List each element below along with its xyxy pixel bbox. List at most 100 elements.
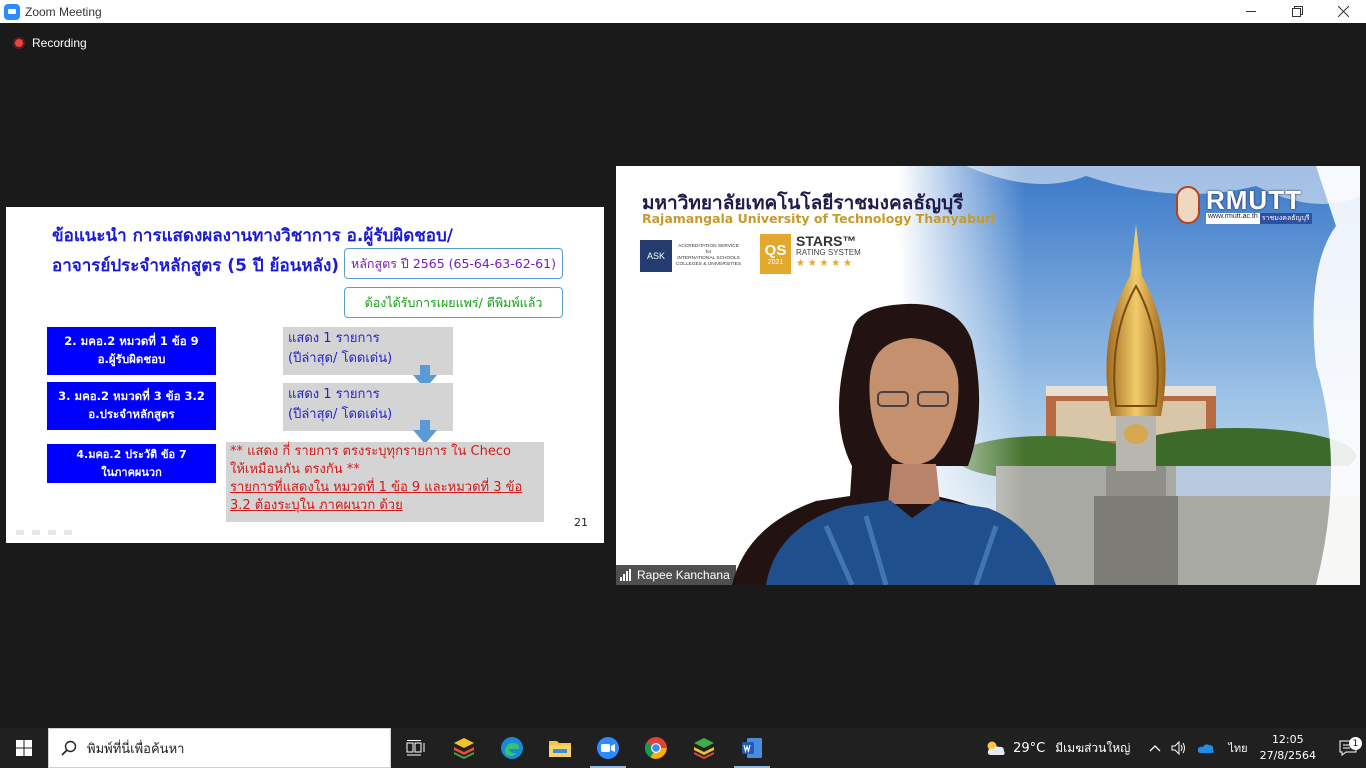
bluestacks-icon <box>454 738 474 759</box>
signal-bars-icon <box>620 569 631 581</box>
input-language[interactable]: ไทย <box>1228 739 1247 757</box>
close-button[interactable] <box>1320 0 1366 23</box>
show-hidden-icons-button[interactable] <box>1149 744 1161 752</box>
criteria-box-2-line1: 3. มคอ.2 หมวดที่ 3 ข้อ 3.2 <box>58 389 205 404</box>
rmutt-logo: RMUTT <box>1206 184 1302 215</box>
pen-icon[interactable] <box>32 530 40 535</box>
slide-page-number: 21 <box>574 516 588 529</box>
weather-text: มีเมฆส่วนใหญ่ <box>1055 740 1131 755</box>
weather-widget[interactable]: 29°C มีเมฆส่วนใหญ่ <box>985 739 1130 758</box>
recording-label: Recording <box>32 36 87 50</box>
task-view-icon <box>406 740 425 756</box>
ask-text-1: ACCREDITATION SERVICE <box>678 243 739 249</box>
chrome-icon <box>645 737 667 759</box>
windows-logo-icon <box>16 740 32 756</box>
rmutt-website: www.rmutt.ac.th <box>1206 212 1260 224</box>
taskbar-search-box[interactable]: พิมพ์ที่นี่เพื่อค้นหา <box>48 728 391 768</box>
taskbar-chrome[interactable] <box>632 728 680 768</box>
qs-stars-badge: QS 2021 STARS™ RATING SYSTEM ★ ★ ★ ★ ★ <box>760 234 861 274</box>
taskbar-edge[interactable] <box>488 728 536 768</box>
restore-icon <box>1291 6 1303 17</box>
note-line2: ให้เหมือนกัน ตรงกัน ** <box>230 461 360 477</box>
prev-slide-icon[interactable] <box>16 530 24 535</box>
taskbar-clock[interactable]: 12:05 27/8/2564 <box>1260 732 1316 764</box>
folder-icon <box>549 741 571 757</box>
task-view-button[interactable] <box>392 728 440 768</box>
recording-dot-icon <box>13 37 25 49</box>
ask-accreditation-badge: ASK ACCREDITATION SERVICE for INTERNATIO… <box>640 240 741 272</box>
ask-logo: ASK <box>640 240 672 272</box>
taskbar-word[interactable] <box>728 728 776 768</box>
criteria-box-3-line2: ในภาคผนวก <box>101 465 162 479</box>
course-year-box: หลักสูตร ปี 2565 (65-64-63-62-61) <box>344 248 563 279</box>
meeting-area: Recording ข้อแนะนำ การแสดงผลงานทางวิชากา… <box>0 23 1366 728</box>
clock-date: 27/8/2564 <box>1259 749 1316 762</box>
close-icon <box>1337 6 1349 17</box>
window-title: Zoom Meeting <box>25 4 102 19</box>
chevron-up-icon <box>1149 745 1161 752</box>
minimize-button[interactable] <box>1228 0 1274 23</box>
volume-button[interactable] <box>1171 741 1187 755</box>
weather-temperature: 29°C <box>1013 740 1046 756</box>
rmutt-logo-block: RMUTT www.rmutt.ac.th ราชมงคลธัญบุรี <box>1176 186 1312 224</box>
criteria-box-3-line1: 4.มคอ.2 ประวัติ ข้อ 7 <box>76 448 187 462</box>
criteria-box-3: 4.มคอ.2 ประวัติ ข้อ 7 ในภาคผนวก <box>47 444 216 483</box>
system-tray: 29°C มีเมฆส่วนใหญ่ ไทย 12:05 27/8/2564 1 <box>985 728 1366 768</box>
edge-icon <box>501 737 523 759</box>
show-items-box-2-line1: แสดง 1 รายการ <box>288 387 380 402</box>
slide-heading-line1: ข้อแนะนำ การแสดงผลงานทางวิชาการ อ.ผู้รับ… <box>52 226 453 246</box>
note-line3: รายการที่แสดงใน หมวดที่ 1 ข้อ 9 และหมวดท… <box>230 479 523 495</box>
note-line4: 3.2 ต้องระบุใน ภาคผนวก ด้วย <box>230 497 403 513</box>
criteria-box-2-line2: อ.ประจำหลักสูตร <box>88 407 175 421</box>
ask-text-4: COLLEGES & UNIVERSITIES <box>676 262 742 268</box>
qs-year: 2021 <box>767 259 784 266</box>
university-seal-icon <box>1176 186 1200 224</box>
notification-count-badge: 1 <box>1349 737 1362 750</box>
restore-button[interactable] <box>1274 0 1320 23</box>
show-items-box-1-line1: แสดง 1 รายการ <box>288 331 380 346</box>
criteria-box-1-line2: อ.ผู้รับผิดชอบ <box>97 352 166 366</box>
windows-taskbar: พิมพ์ที่นี่เพื่อค้นหา 29°C มีเมฆส่วนใหญ่… <box>0 728 1366 768</box>
slide-heading-line2: อาจารย์ประจำหลักสูตร (5 ปี ย้อนหลัง) <box>52 256 340 276</box>
slides-icon[interactable] <box>48 530 56 535</box>
note-line1: ** แสดง กี่ รายการ ตรงระบุทุกรายการ ใน C… <box>230 444 511 459</box>
stars-subtitle: RATING SYSTEM <box>796 248 861 257</box>
zoom-icon[interactable] <box>64 530 72 535</box>
taskbar-file-explorer[interactable] <box>536 728 584 768</box>
clock-time: 12:05 <box>1271 733 1304 747</box>
criteria-box-1: 2. มคอ.2 หมวดที่ 1 ข้อ 9 อ.ผู้รับผิดชอบ <box>47 327 216 375</box>
bluestacks-icon <box>694 738 714 759</box>
recording-indicator[interactable]: Recording <box>13 36 87 50</box>
stars-title: STARS™ <box>796 233 857 249</box>
speaker-icon <box>1171 741 1186 755</box>
minimize-icon <box>1245 11 1256 12</box>
window-titlebar: Zoom Meeting <box>0 0 1366 23</box>
shared-slide: ข้อแนะนำ การแสดงผลงานทางวิชาการ อ.ผู้รับ… <box>6 207 604 543</box>
word-icon <box>742 738 762 758</box>
cloud-icon <box>1198 744 1215 753</box>
start-button[interactable] <box>0 728 48 768</box>
published-requirement-box: ต้องได้รับการเผยแพร่/ ตีพิมพ์แล้ว <box>344 287 563 318</box>
zoom-icon <box>597 737 619 759</box>
search-placeholder: พิมพ์ที่นี่เพื่อค้นหา <box>87 741 185 757</box>
partly-cloudy-icon <box>987 741 1005 755</box>
taskbar-bluestacks[interactable] <box>440 728 488 768</box>
down-arrow-icon <box>413 420 437 444</box>
zoom-app-icon <box>4 3 20 20</box>
rmutt-website-thai: ราชมงคลธัญบุรี <box>1259 212 1312 224</box>
taskbar-bluestacks-2[interactable] <box>680 728 728 768</box>
onedrive-button[interactable] <box>1197 742 1215 754</box>
stars-rating: ★ ★ ★ ★ ★ <box>796 258 852 269</box>
qs-logo: QS <box>764 242 787 259</box>
participant-video[interactable]: มหาวิทยาลัยเทคโนโลยีราชมงคลธัญบุรี Rajam… <box>616 166 1360 585</box>
notification-center-button[interactable]: 1 <box>1330 737 1366 756</box>
university-english-name: Rajamangala University of Technology Tha… <box>642 211 996 226</box>
slide-toolbar[interactable] <box>16 530 72 535</box>
criteria-box-2: 3. มคอ.2 หมวดที่ 3 ข้อ 3.2 อ.ประจำหลักสู… <box>47 382 216 430</box>
search-icon <box>61 740 77 756</box>
note-box: ** แสดง กี่ รายการ ตรงระบุทุกรายการ ใน C… <box>226 442 544 522</box>
taskbar-zoom[interactable] <box>584 728 632 768</box>
participant-name: Rapee Kanchana <box>637 568 730 582</box>
criteria-box-1-line1: 2. มคอ.2 หมวดที่ 1 ข้อ 9 <box>64 334 199 349</box>
participant-name-tag: Rapee Kanchana <box>616 565 736 585</box>
